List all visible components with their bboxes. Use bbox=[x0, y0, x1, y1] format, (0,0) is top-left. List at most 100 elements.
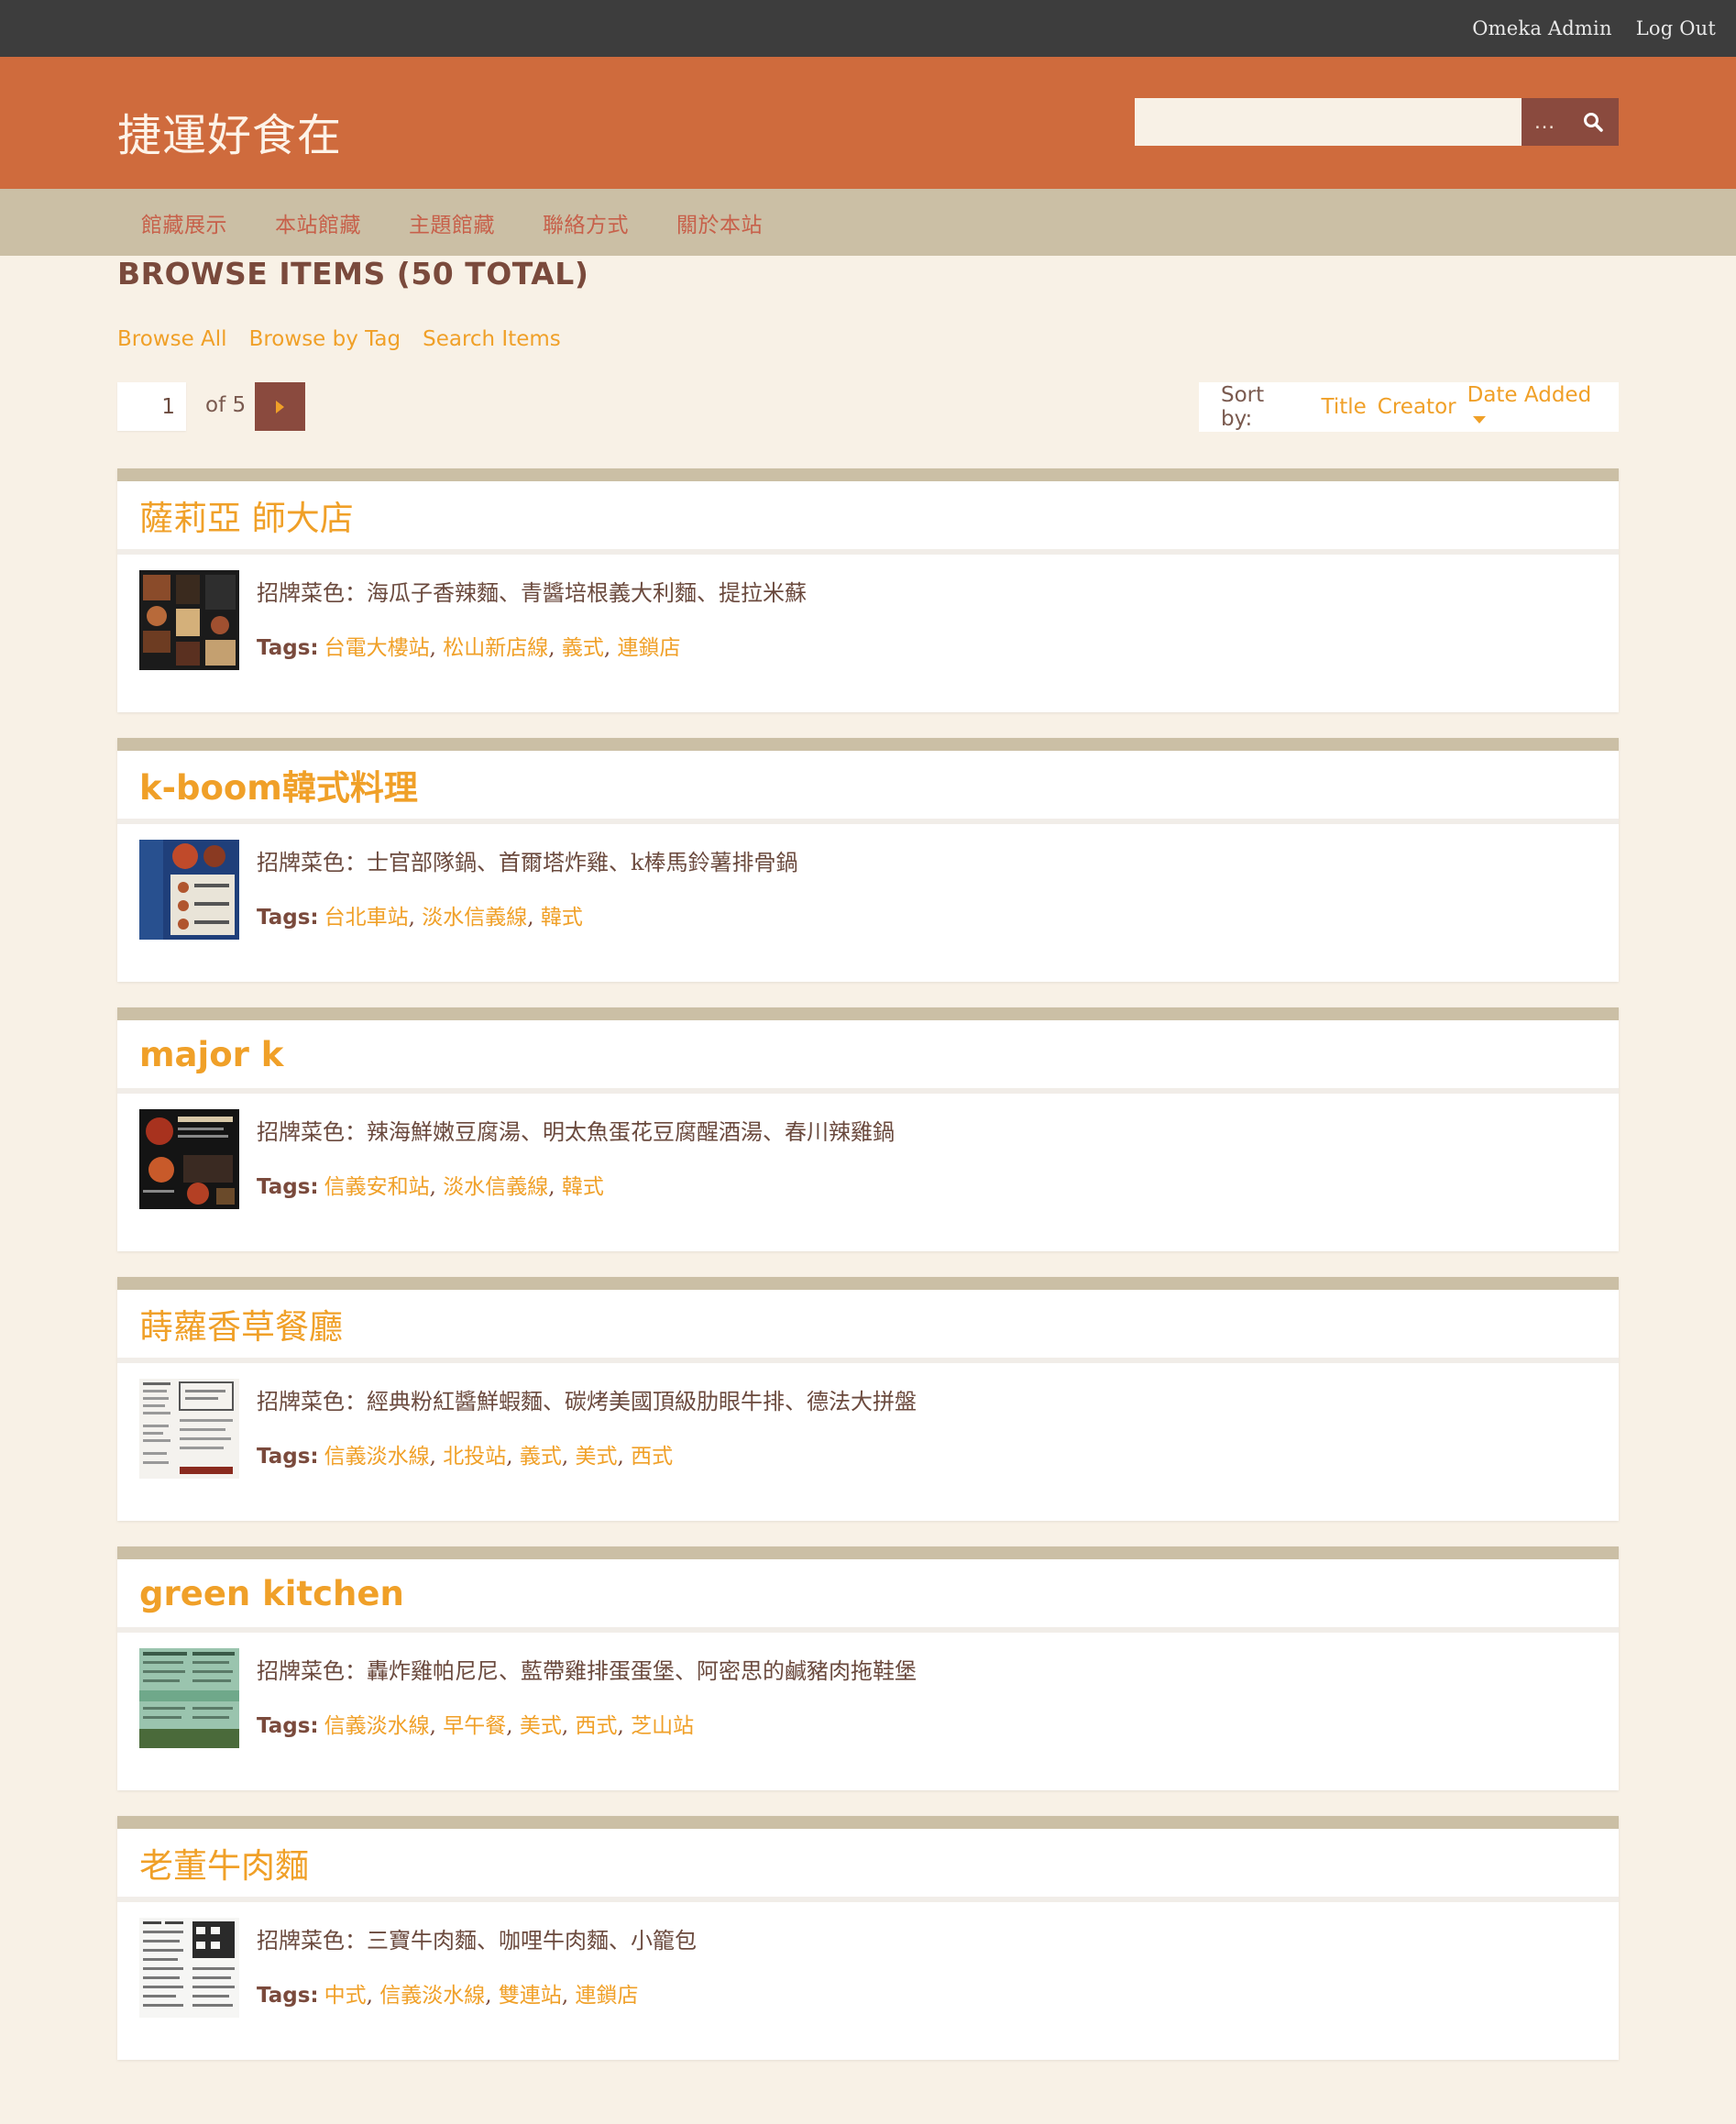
tag-link[interactable]: 美式 bbox=[575, 1445, 617, 1469]
menu-thumbnail-image bbox=[139, 1918, 239, 2018]
tag-link[interactable]: 雙連站 bbox=[499, 1984, 562, 2008]
item-tags: Tags: 信義淡水線, 北投站, 義式, 美式, 西式 bbox=[257, 1445, 674, 1469]
search-button[interactable] bbox=[1567, 98, 1619, 146]
item-tags: Tags: 信義淡水線, 早午餐, 美式, 西式, 芝山站 bbox=[257, 1714, 695, 1738]
item-description: 招牌菜色：海瓜子香辣麵、青醬培根義大利麵、提拉米蘇 bbox=[257, 580, 807, 606]
tag-link[interactable]: 西式 bbox=[631, 1445, 673, 1469]
search-items-link[interactable]: Search Items bbox=[423, 327, 561, 364]
search-input[interactable] bbox=[1135, 98, 1522, 146]
menu-thumbnail-image bbox=[139, 840, 239, 940]
item-title-bar: green kitchen bbox=[117, 1559, 1619, 1633]
browse-by-tag-link[interactable]: Browse by Tag bbox=[249, 327, 401, 364]
tags-label: Tags: bbox=[257, 636, 319, 660]
browse-all-link[interactable]: Browse All bbox=[117, 327, 227, 364]
tags-label: Tags: bbox=[257, 906, 319, 930]
search-icon bbox=[1584, 113, 1603, 132]
item-thumbnail[interactable] bbox=[139, 1109, 239, 1209]
item-description: 招牌菜色：辣海鮮嫩豆腐湯、明太魚蛋花豆腐醒酒湯、春川辣雞鍋 bbox=[257, 1119, 895, 1145]
item-body: 招牌菜色：海瓜子香辣麵、青醬培根義大利麵、提拉米蘇 Tags: 台電大樓站, 松山… bbox=[117, 555, 1619, 707]
sort-label: Sort by: bbox=[1221, 383, 1265, 431]
item-title-bar: major k bbox=[117, 1020, 1619, 1094]
site-title[interactable]: 捷運好食在 bbox=[117, 99, 342, 163]
sort-title-link[interactable]: Title bbox=[1322, 395, 1367, 419]
tag-link[interactable]: 北投站 bbox=[443, 1445, 506, 1469]
item-card: k-boom韓式料理 招牌菜色：士官部隊鍋、首爾塔炸雞、k棒馬鈴薯排骨鍋 Tag… bbox=[117, 738, 1619, 982]
omeka-admin-link[interactable]: Omeka Admin bbox=[1472, 17, 1611, 39]
item-card: major k 招牌菜色：辣海鮮嫩豆腐湯、明太魚蛋花豆腐醒酒湯、春川辣雞鍋 Ta… bbox=[117, 1007, 1619, 1251]
search-form: … bbox=[1135, 98, 1619, 146]
item-title-link[interactable]: major k bbox=[139, 1035, 283, 1074]
item-thumbnail[interactable] bbox=[139, 1918, 239, 2018]
tag-link[interactable]: 淡水信義線 bbox=[443, 1175, 548, 1199]
item-card: 蒔蘿香草餐廳 招牌菜色：經典粉紅醬鮮蝦麵、碳烤美國頂級肋眼牛排、德法大拼盤 Ta… bbox=[117, 1277, 1619, 1521]
nav-item-contact[interactable]: 聯絡方式 bbox=[519, 207, 653, 238]
tag-link[interactable]: 西式 bbox=[575, 1714, 617, 1738]
tags-label: Tags: bbox=[257, 1984, 319, 2008]
list-controls: of 5 Sort by: Title Creator Date Added bbox=[117, 382, 1619, 434]
sort-creator-link[interactable]: Creator bbox=[1378, 395, 1456, 419]
item-thumbnail[interactable] bbox=[139, 570, 239, 670]
tag-link[interactable]: 連鎖店 bbox=[575, 1984, 638, 2008]
tag-link[interactable]: 淡水信義線 bbox=[422, 906, 527, 930]
menu-thumbnail-image bbox=[139, 1379, 239, 1479]
tag-link[interactable]: 信義安和站 bbox=[324, 1175, 430, 1199]
tags-label: Tags: bbox=[257, 1175, 319, 1199]
logout-link[interactable]: Log Out bbox=[1636, 17, 1716, 39]
menu-thumbnail-image bbox=[139, 570, 239, 670]
sort-date-added-link[interactable]: Date Added bbox=[1467, 383, 1608, 431]
tag-link[interactable]: 早午餐 bbox=[443, 1714, 506, 1738]
tag-link[interactable]: 中式 bbox=[324, 1984, 367, 2008]
next-page-button[interactable] bbox=[255, 382, 305, 431]
tag-link[interactable]: 信義淡水線 bbox=[379, 1984, 485, 2008]
tag-link[interactable]: 義式 bbox=[520, 1445, 562, 1469]
tag-link[interactable]: 信義淡水線 bbox=[324, 1445, 430, 1469]
tag-link[interactable]: 連鎖店 bbox=[617, 636, 680, 660]
tag-link[interactable]: 美式 bbox=[520, 1714, 562, 1738]
item-title-bar: 薩莉亞 師大店 bbox=[117, 481, 1619, 555]
sort-links: Sort by: Title Creator Date Added bbox=[1199, 382, 1619, 432]
menu-thumbnail-image bbox=[139, 1648, 239, 1748]
item-thumbnail[interactable] bbox=[139, 840, 239, 940]
tag-link[interactable]: 韓式 bbox=[541, 906, 583, 930]
tag-link[interactable]: 台電大樓站 bbox=[324, 636, 430, 660]
item-thumbnail[interactable] bbox=[139, 1648, 239, 1748]
page-count: of 5 bbox=[205, 393, 247, 417]
item-title-link[interactable]: 蒔蘿香草餐廳 bbox=[139, 1299, 343, 1348]
item-description: 招牌菜色：三寶牛肉麵、咖哩牛肉麵、小籠包 bbox=[257, 1928, 697, 1953]
tag-link[interactable]: 義式 bbox=[562, 636, 604, 660]
site-header: 捷運好食在 … bbox=[0, 57, 1736, 189]
item-title-link[interactable]: 老董牛肉麵 bbox=[139, 1838, 309, 1887]
item-title-link[interactable]: k-boom韓式料理 bbox=[139, 760, 418, 809]
item-title-bar: 老董牛肉麵 bbox=[117, 1829, 1619, 1902]
tag-link[interactable]: 台北車站 bbox=[324, 906, 409, 930]
nav-item-collections[interactable]: 主題館藏 bbox=[385, 207, 519, 238]
item-title-link[interactable]: green kitchen bbox=[139, 1574, 404, 1613]
nav-item-items[interactable]: 本站館藏 bbox=[251, 207, 385, 238]
items-list: 薩莉亞 師大店 招牌菜色：海瓜子香辣麵、青醬培根義大利麵、提拉米蘇 Tags: … bbox=[117, 468, 1619, 2060]
page-number-input[interactable] bbox=[117, 382, 186, 431]
chevron-right-icon bbox=[276, 400, 284, 413]
tags-label: Tags: bbox=[257, 1714, 319, 1738]
item-description: 招牌菜色：士官部隊鍋、首爾塔炸雞、k棒馬鈴薯排骨鍋 bbox=[257, 850, 798, 875]
tag-link[interactable]: 芝山站 bbox=[631, 1714, 694, 1738]
item-thumbnail[interactable] bbox=[139, 1379, 239, 1479]
tags-label: Tags: bbox=[257, 1445, 319, 1469]
item-description: 招牌菜色：經典粉紅醬鮮蝦麵、碳烤美國頂級肋眼牛排、德法大拼盤 bbox=[257, 1389, 917, 1414]
nav-item-exhibits[interactable]: 館藏展示 bbox=[117, 207, 251, 238]
sort-date-added-label: Date Added bbox=[1467, 383, 1592, 407]
admin-bar: Omeka Admin Log Out bbox=[0, 0, 1736, 57]
item-body: 招牌菜色：經典粉紅醬鮮蝦麵、碳烤美國頂級肋眼牛排、德法大拼盤 Tags: 信義淡水… bbox=[117, 1363, 1619, 1515]
tag-link[interactable]: 松山新店線 bbox=[443, 636, 548, 660]
tag-link[interactable]: 韓式 bbox=[562, 1175, 604, 1199]
tag-link[interactable]: 信義淡水線 bbox=[324, 1714, 430, 1738]
item-description: 招牌菜色：轟炸雞帕尼尼、藍帶雞排蛋蛋堡、阿密思的鹹豬肉拖鞋堡 bbox=[257, 1658, 917, 1684]
caret-down-icon bbox=[1472, 415, 1486, 424]
page-title: BROWSE ITEMS (50 TOTAL) bbox=[117, 256, 589, 292]
item-body: 招牌菜色：轟炸雞帕尼尼、藍帶雞排蛋蛋堡、阿密思的鹹豬肉拖鞋堡 Tags: 信義淡水… bbox=[117, 1633, 1619, 1785]
item-title-link[interactable]: 薩莉亞 師大店 bbox=[139, 490, 354, 540]
nav-item-about[interactable]: 關於本站 bbox=[653, 207, 786, 238]
advanced-search-button[interactable]: … bbox=[1522, 98, 1567, 146]
main-nav: 館藏展示 本站館藏 主題館藏 聯絡方式 關於本站 bbox=[0, 189, 1736, 256]
item-card: 薩莉亞 師大店 招牌菜色：海瓜子香辣麵、青醬培根義大利麵、提拉米蘇 Tags: … bbox=[117, 468, 1619, 712]
browse-sub-nav: Browse All Browse by Tag Search Items bbox=[117, 327, 1619, 364]
